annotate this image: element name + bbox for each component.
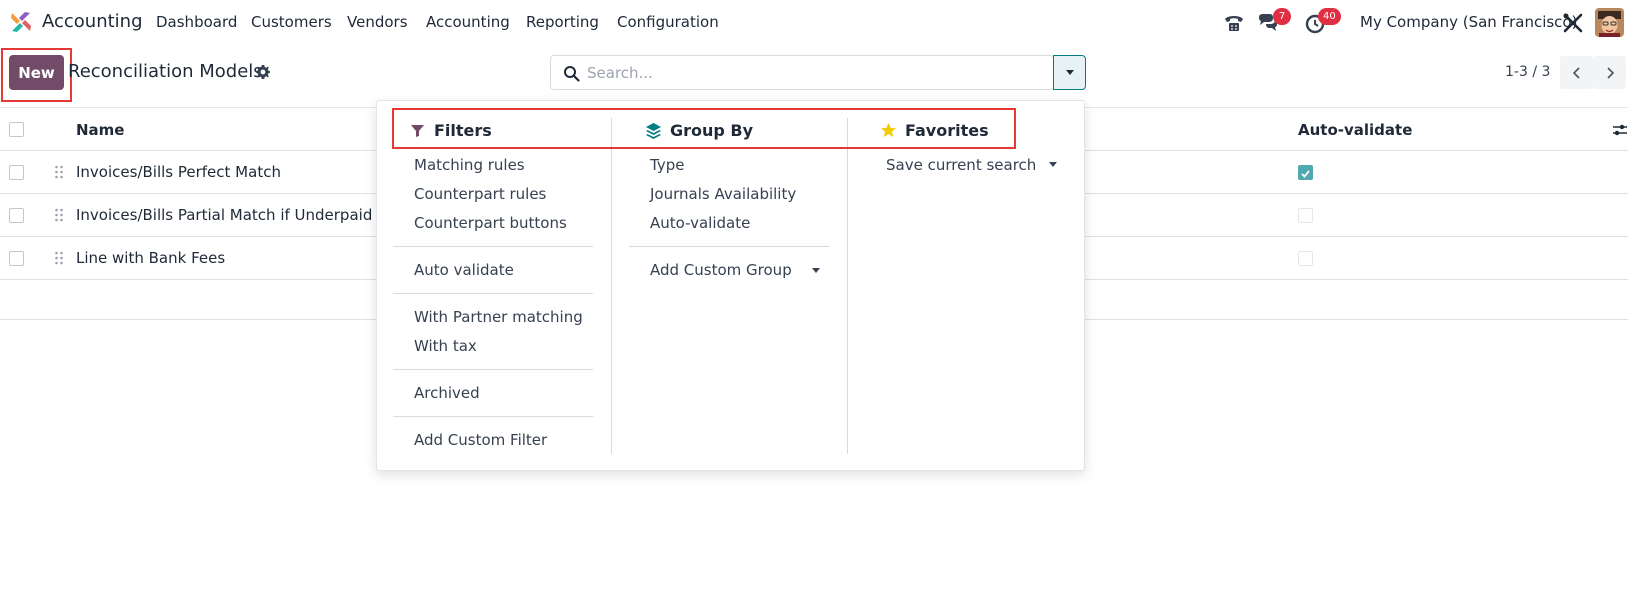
row-name: Invoices/Bills Perfect Match (76, 163, 281, 181)
pager-next-button[interactable] (1593, 56, 1626, 89)
save-current-search[interactable]: Save current search (886, 156, 1036, 174)
auto-validate-checkbox (1298, 208, 1313, 223)
group-by-header: Group By (645, 121, 753, 140)
row-name: Line with Bank Fees (76, 249, 226, 267)
accounting-app-icon[interactable] (9, 10, 33, 34)
layers-icon (646, 123, 661, 139)
filters-header: Filters (409, 121, 492, 140)
app-name[interactable]: Accounting (42, 11, 143, 32)
search-bar (550, 55, 1054, 90)
phone-icon[interactable] (1222, 11, 1246, 35)
menu-vendors[interactable]: Vendors (347, 13, 408, 31)
drag-handle-icon[interactable] (54, 207, 64, 223)
caret-down-icon (1049, 162, 1057, 167)
filter-divider (393, 293, 593, 294)
filters-title: Filters (434, 121, 492, 140)
filter-with-tax[interactable]: With tax (414, 337, 477, 355)
column-divider (611, 118, 612, 454)
filter-with-partner-matching[interactable]: With Partner matching (414, 308, 583, 326)
star-icon (881, 123, 896, 137)
filter-divider (393, 246, 593, 247)
chevron-right-icon (1606, 66, 1614, 79)
favorites-header: Favorites (880, 121, 989, 140)
group-by-divider (629, 246, 829, 247)
new-button[interactable]: New (9, 55, 64, 90)
search-options-toggle[interactable] (1053, 55, 1086, 90)
filter-icon (411, 125, 424, 137)
row-checkbox[interactable] (9, 165, 24, 180)
filter-archived[interactable]: Archived (414, 384, 480, 402)
group-by-type[interactable]: Type (650, 156, 684, 174)
auto-validate-checkbox (1298, 251, 1313, 266)
row-checkbox[interactable] (9, 251, 24, 266)
filter-divider (393, 416, 593, 417)
debug-tools-icon[interactable] (1561, 11, 1585, 35)
menu-accounting[interactable]: Accounting (426, 13, 510, 31)
caret-down-icon (1065, 70, 1074, 75)
filter-counterpart-buttons[interactable]: Counterpart buttons (414, 214, 567, 232)
column-header-name[interactable]: Name (76, 121, 124, 139)
drag-handle-icon[interactable] (54, 250, 64, 266)
group-by-journals-availability[interactable]: Journals Availability (650, 185, 796, 203)
search-icon (564, 66, 580, 82)
menu-configuration[interactable]: Configuration (617, 13, 719, 31)
page-title: Reconciliation Models (68, 61, 263, 82)
filter-divider (393, 369, 593, 370)
add-custom-group-select[interactable]: Add Custom Group (650, 261, 792, 279)
column-header-auto-validate[interactable]: Auto-validate (1298, 121, 1412, 139)
user-avatar[interactable] (1595, 8, 1624, 37)
favorites-title: Favorites (905, 121, 989, 140)
menu-customers[interactable]: Customers (251, 13, 332, 31)
add-custom-filter[interactable]: Add Custom Filter (414, 431, 547, 449)
select-all-checkbox[interactable] (9, 122, 24, 137)
row-name: Invoices/Bills Partial Match if Underpai… (76, 206, 373, 224)
drag-handle-icon[interactable] (54, 164, 64, 180)
top-navbar: Accounting Dashboard Customers Vendors A… (0, 0, 1628, 45)
pager-value[interactable]: 1-3 / 3 (1505, 64, 1550, 80)
menu-reporting[interactable]: Reporting (526, 13, 599, 31)
check-icon (1301, 170, 1310, 178)
menu-dashboard[interactable]: Dashboard (156, 13, 237, 31)
caret-down-icon (812, 268, 820, 273)
pager-previous-button[interactable] (1560, 56, 1593, 89)
company-switcher[interactable]: My Company (San Francisco) (1360, 13, 1577, 31)
row-checkbox[interactable] (9, 208, 24, 223)
optional-columns-icon[interactable] (1612, 122, 1628, 138)
filter-matching-rules[interactable]: Matching rules (414, 156, 525, 174)
group-by-auto-validate[interactable]: Auto-validate (650, 214, 750, 232)
column-divider (847, 118, 848, 454)
activities-count-badge: 40 (1318, 8, 1341, 25)
group-by-title: Group By (670, 121, 754, 140)
auto-validate-checkbox (1298, 165, 1313, 180)
messages-count-badge: 7 (1273, 8, 1291, 25)
filter-counterpart-rules[interactable]: Counterpart rules (414, 185, 546, 203)
gear-icon[interactable] (255, 64, 271, 80)
search-input[interactable] (587, 62, 1007, 84)
chevron-left-icon (1572, 66, 1580, 79)
filter-auto-validate[interactable]: Auto validate (414, 261, 514, 279)
